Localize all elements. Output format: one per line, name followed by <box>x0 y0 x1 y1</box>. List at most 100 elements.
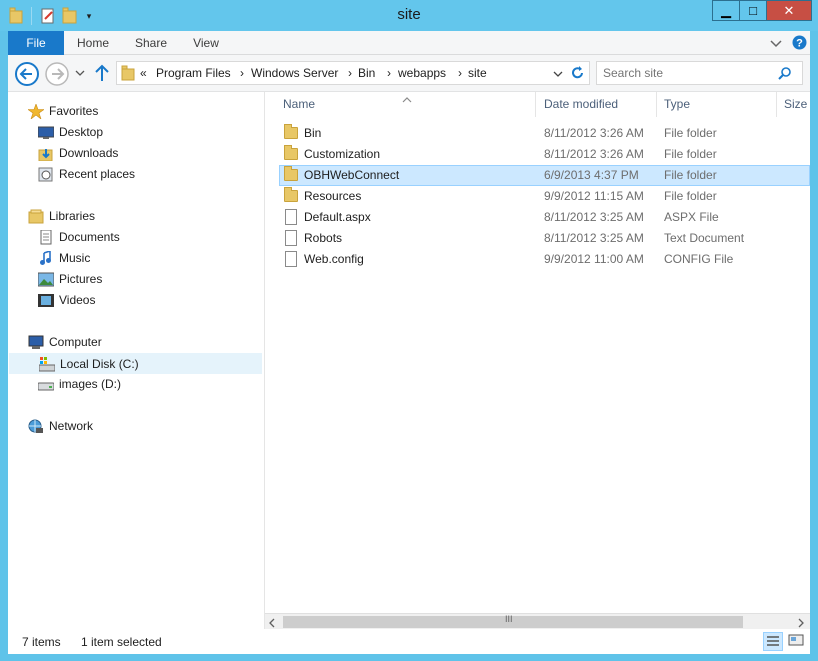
status-bar: 7 items 1 item selected <box>8 629 810 654</box>
breadcrumb-separator[interactable]: › <box>240 66 244 80</box>
nav-group-computer[interactable]: Computer <box>8 332 263 353</box>
column-header-size[interactable]: Size <box>777 92 810 117</box>
breadcrumb-bin[interactable]: Bin <box>358 66 375 80</box>
file-type: CONFIG File <box>664 252 734 266</box>
nav-label: Computer <box>49 335 102 349</box>
file-name: Web.config <box>304 252 364 266</box>
nav-item-documents[interactable]: Documents <box>8 227 263 248</box>
search-icon[interactable] <box>778 66 792 80</box>
title-bar[interactable]: ▾ site ▁ □ ✕ <box>0 0 818 31</box>
recent-locations-icon[interactable] <box>74 67 86 79</box>
file-row-bin[interactable]: Bin 8/11/2012 3:26 AM File folder <box>279 123 810 144</box>
address-dropdown-icon[interactable] <box>552 68 564 80</box>
expand-ribbon-icon[interactable] <box>769 35 783 51</box>
nav-item-recent-places[interactable]: Recent places <box>8 164 263 185</box>
item-count: 7 items <box>22 635 61 649</box>
file-icon <box>285 209 297 225</box>
file-row-default-aspx[interactable]: Default.aspx 8/11/2012 3:25 AM ASPX File <box>279 207 810 228</box>
file-list[interactable]: Name Date modified Type Size Bin 8/11/20… <box>265 92 810 629</box>
nav-group-favorites[interactable]: Favorites <box>8 101 263 122</box>
file-row-obhwebconnect[interactable]: OBHWebConnect 6/9/2013 4:37 PM File fold… <box>279 165 810 186</box>
folder-icon <box>284 166 298 181</box>
column-header-date-modified[interactable]: Date modified <box>536 92 657 117</box>
navigation-pane[interactable]: Favorites Desktop Downloads Recent place… <box>8 92 265 629</box>
file-type: File folder <box>664 147 717 161</box>
large-icons-view-icon[interactable] <box>787 632 807 651</box>
nav-label: Network <box>49 419 94 433</box>
breadcrumb-program-files[interactable]: Program Files <box>156 66 231 80</box>
forward-icon[interactable] <box>44 61 70 87</box>
file-date: 9/9/2012 11:15 AM <box>544 189 644 203</box>
nav-item-desktop[interactable]: Desktop <box>8 122 263 143</box>
nav-item-music[interactable]: Music <box>8 248 263 269</box>
libraries-icon <box>28 209 44 224</box>
pictures-icon <box>37 272 55 287</box>
breadcrumb-webapps[interactable]: webapps <box>398 66 446 80</box>
nav-item-videos[interactable]: Videos <box>8 290 263 311</box>
tab-file[interactable]: File <box>8 31 64 55</box>
file-type: File folder <box>664 189 717 203</box>
tab-home[interactable]: Home <box>66 31 120 55</box>
scroll-left-icon[interactable] <box>267 617 277 628</box>
folder-icon <box>284 124 298 139</box>
star-icon <box>27 103 45 120</box>
file-date: 8/11/2012 3:26 AM <box>544 147 644 161</box>
horizontal-scrollbar[interactable]: III <box>265 613 810 629</box>
nav-label: Pictures <box>59 272 103 286</box>
file-icon <box>285 230 297 246</box>
tab-view[interactable]: View <box>180 31 232 55</box>
breadcrumb-windows-server[interactable]: Windows Server <box>251 66 338 80</box>
breadcrumb-separator[interactable]: › <box>458 66 462 80</box>
selection-count: 1 item selected <box>81 635 162 649</box>
breadcrumb-site[interactable]: site <box>468 66 487 80</box>
file-name: Customization <box>304 147 381 161</box>
search-box[interactable] <box>596 61 803 85</box>
svg-text:?: ? <box>796 38 803 50</box>
window-title: site <box>397 6 421 23</box>
column-header-name[interactable]: Name <box>275 92 536 117</box>
up-arrow-icon[interactable] <box>94 64 110 82</box>
file-row-robots[interactable]: Robots 8/11/2012 3:25 AM Text Document <box>279 228 810 249</box>
address-bar[interactable]: « Program Files › Windows Server › Bin ›… <box>116 61 590 85</box>
help-icon[interactable]: ? <box>792 35 807 50</box>
maximize-button[interactable]: □ <box>739 0 767 21</box>
column-header-type[interactable]: Type <box>657 92 777 117</box>
scroll-grip: III <box>505 614 513 624</box>
nav-item-images-d[interactable]: images (D:) <box>8 374 263 395</box>
file-date: 8/11/2012 3:25 AM <box>544 231 644 245</box>
close-button[interactable]: ✕ <box>766 0 812 21</box>
nav-label: images (D:) <box>59 377 122 391</box>
minimize-button[interactable]: ▁ <box>712 0 740 21</box>
tab-share[interactable]: Share <box>122 31 180 55</box>
breadcrumb-overflow[interactable]: « <box>140 66 147 80</box>
nav-label: Videos <box>59 293 96 307</box>
folder-icon <box>121 65 135 81</box>
nav-item-local-disk-c[interactable]: Local Disk (C:) <box>9 353 262 374</box>
search-input[interactable] <box>603 65 773 81</box>
nav-label: Recent places <box>59 167 136 181</box>
file-name: Robots <box>304 231 343 245</box>
file-type: File folder <box>664 126 717 140</box>
nav-label: Documents <box>59 230 120 244</box>
breadcrumb-separator[interactable]: › <box>387 66 391 80</box>
scroll-right-icon[interactable] <box>796 617 806 628</box>
navigation-bar: « Program Files › Windows Server › Bin ›… <box>8 55 810 92</box>
file-row-customization[interactable]: Customization 8/11/2012 3:26 AM File fol… <box>279 144 810 165</box>
back-icon[interactable] <box>14 61 40 87</box>
nav-group-libraries[interactable]: Libraries <box>8 206 263 227</box>
breadcrumb-separator[interactable]: › <box>348 66 352 80</box>
nav-item-downloads[interactable]: Downloads <box>8 143 263 164</box>
nav-group-network[interactable]: Network <box>8 416 263 437</box>
nav-label: Libraries <box>49 209 96 223</box>
file-icon <box>285 251 297 267</box>
file-row-resources[interactable]: Resources 9/9/2012 11:15 AM File folder <box>279 186 810 207</box>
details-view-icon[interactable] <box>763 632 783 651</box>
file-date: 8/11/2012 3:25 AM <box>544 210 644 224</box>
refresh-icon[interactable] <box>571 66 585 80</box>
scroll-thumb[interactable]: III <box>283 614 743 628</box>
nav-item-pictures[interactable]: Pictures <box>8 269 263 290</box>
nav-label: Local Disk (C:) <box>60 357 139 371</box>
file-row-web-config[interactable]: Web.config 9/9/2012 11:00 AM CONFIG File <box>279 249 810 270</box>
recent-places-icon <box>38 167 54 182</box>
videos-icon <box>38 293 54 308</box>
